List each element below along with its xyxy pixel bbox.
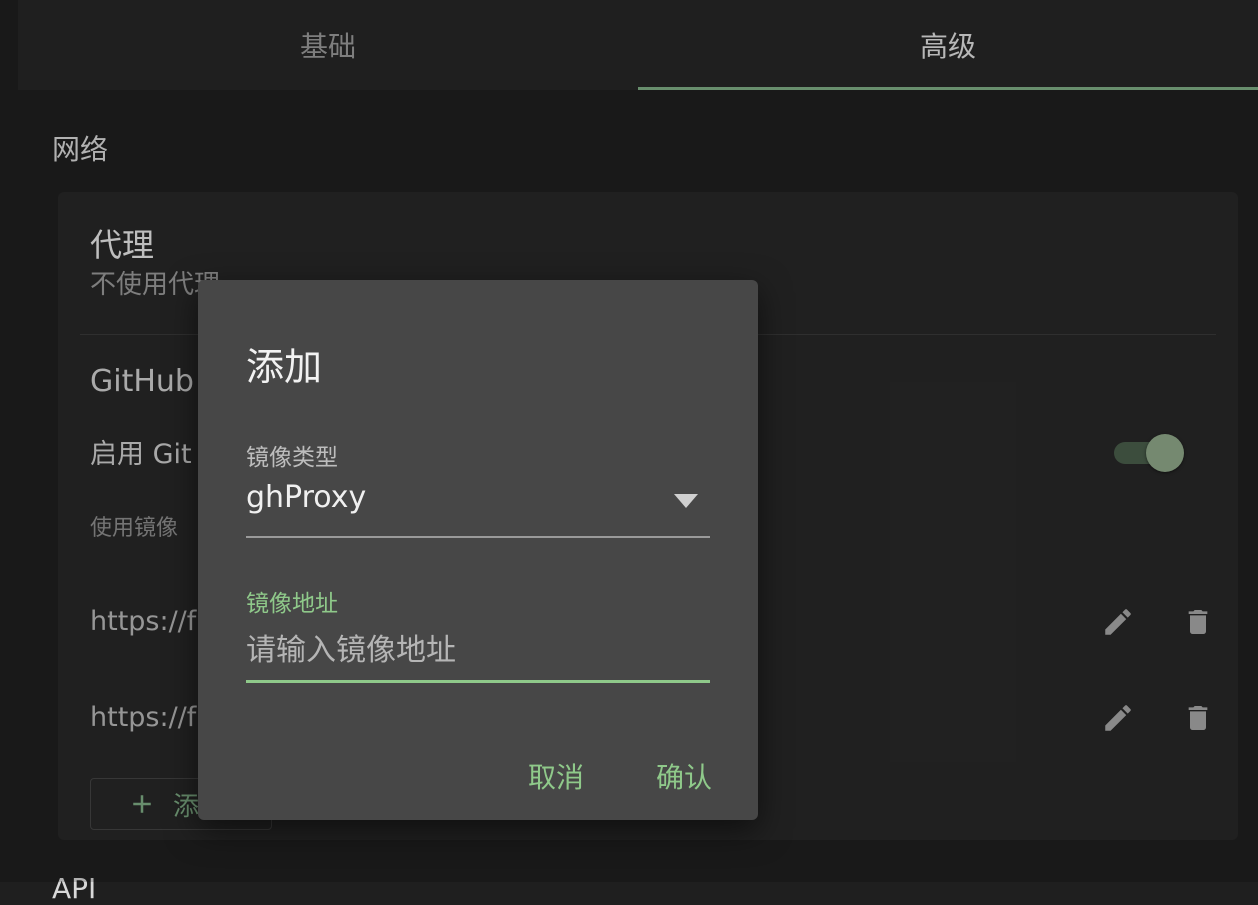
confirm-button[interactable]: 确认 <box>656 756 712 796</box>
mirror-address-input[interactable] <box>246 620 710 680</box>
input-underline-focused <box>246 680 710 683</box>
select-underline <box>246 536 710 538</box>
mirror-type-label: 镜像类型 <box>246 445 338 471</box>
dropdown-arrow-icon[interactable] <box>674 494 698 508</box>
mirror-address-label: 镜像地址 <box>246 591 338 617</box>
mirror-type-select[interactable]: ghProxy <box>246 480 366 515</box>
dialog-title: 添加 <box>246 345 323 389</box>
cancel-button[interactable]: 取消 <box>528 756 584 796</box>
add-mirror-dialog: 添加 镜像类型 ghProxy 镜像地址 取消 确认 <box>198 280 758 820</box>
